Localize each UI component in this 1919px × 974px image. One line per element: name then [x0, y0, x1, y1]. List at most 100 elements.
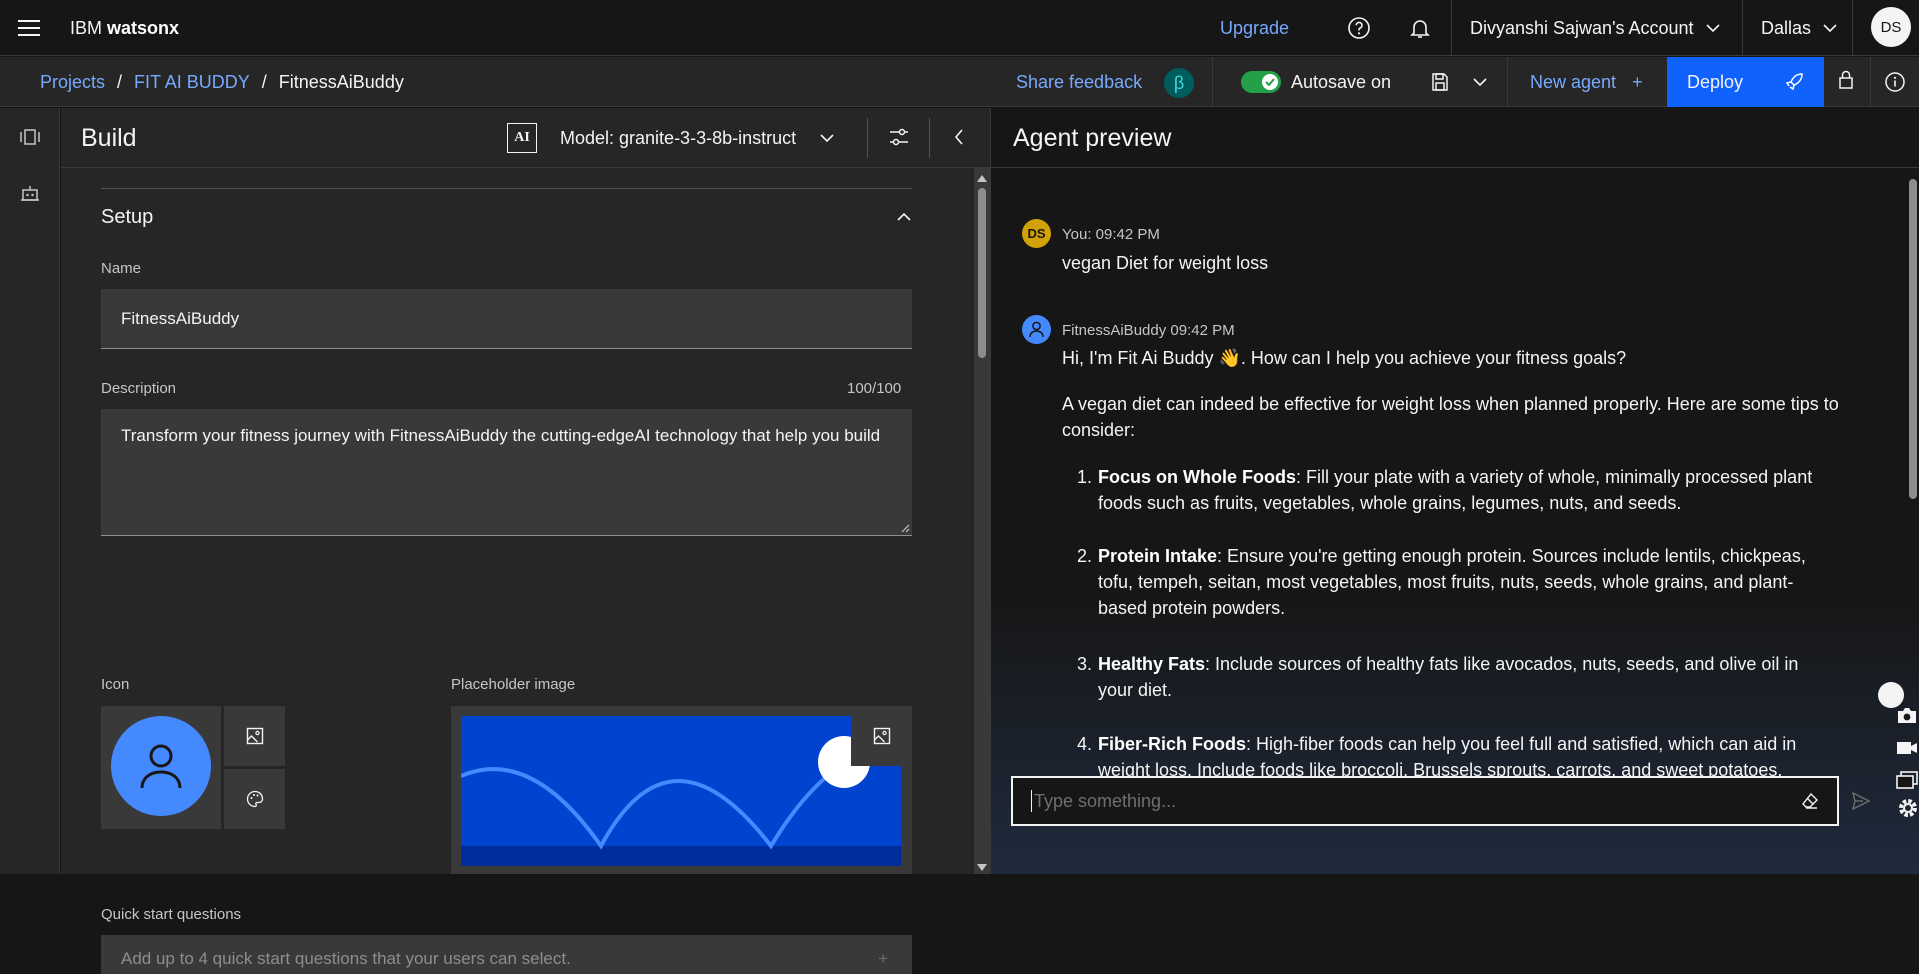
description-counter: 100/100 — [847, 380, 902, 397]
header-divider — [1742, 0, 1743, 56]
color-palette-button[interactable] — [224, 769, 285, 829]
text-cursor — [1031, 790, 1032, 812]
agent-avatar-icon — [1022, 315, 1051, 344]
rocket-icon — [1785, 73, 1803, 91]
user-icon — [111, 716, 211, 816]
user-message-meta: You: 09:42 PM — [1062, 226, 1160, 243]
description-label: Description — [101, 380, 177, 397]
save-options-chevron-icon[interactable] — [1473, 78, 1487, 87]
collapse-chevron-left-icon[interactable] — [954, 129, 964, 145]
new-agent-label: New agent — [1530, 71, 1617, 92]
tip-title: Healthy Fats — [1098, 654, 1206, 674]
breadcrumb-projects[interactable]: Projects — [40, 72, 105, 93]
build-header: Build AI Model: granite-3-3-8b-instruct — [61, 108, 990, 168]
agent-message-meta: FitnessAiBuddy 09:42 PM — [1062, 322, 1235, 339]
chat-transcript: DS You: 09:42 PM vegan Diet for weight l… — [991, 169, 1919, 874]
info-icon[interactable] — [1884, 71, 1906, 93]
quick-start-input[interactable]: Add up to 4 quick start questions that y… — [101, 935, 912, 974]
share-feedback-link[interactable]: Share feedback — [1016, 57, 1142, 107]
floating-tools — [1878, 668, 1919, 808]
upgrade-link[interactable]: Upgrade — [1220, 0, 1289, 56]
image-icon — [246, 727, 263, 745]
upload-image-button[interactable] — [224, 706, 285, 766]
notification-bell-icon[interactable] — [1408, 0, 1432, 56]
region-selector[interactable]: Dallas — [1761, 0, 1837, 56]
tip-title: Focus on Whole Foods — [1098, 467, 1296, 487]
build-title: Build — [81, 123, 137, 152]
build-panel: Build AI Model: granite-3-3-8b-instruct … — [61, 108, 990, 974]
preview-header: Agent preview — [991, 108, 1919, 168]
user-avatar[interactable]: DS — [1871, 7, 1911, 47]
header-divider — [1451, 0, 1452, 56]
breadcrumb-current: FitnessAiBuddy — [278, 71, 404, 92]
carousel-icon[interactable] — [19, 128, 41, 146]
toolbar-divider — [1870, 57, 1871, 107]
autosave-label: Autosave on — [1291, 71, 1392, 92]
tip-number: 2. — [1077, 546, 1093, 566]
image-icon — [873, 727, 890, 745]
eraser-icon[interactable] — [1801, 792, 1819, 810]
send-icon[interactable] — [1851, 791, 1871, 811]
top-header: IBM watsonx Upgrade Divyanshi Sajwan's A… — [0, 0, 1919, 56]
name-label: Name — [101, 260, 142, 277]
replace-image-button[interactable] — [851, 706, 912, 766]
scroll-up-arrow-icon[interactable] — [977, 175, 987, 182]
setup-section-title[interactable]: Setup — [101, 206, 153, 229]
copy-window-icon[interactable] — [1896, 771, 1918, 789]
header-divider — [1852, 0, 1853, 56]
chat-input[interactable]: Type something... — [1011, 776, 1839, 826]
list-item: 1. Focus on Whole Foods: Fill your plate… — [1077, 464, 1837, 516]
description-text: Transform your fitness journey with Fitn… — [121, 426, 881, 445]
user-message-text: vegan Diet for weight loss — [1062, 253, 1269, 273]
header-divider — [867, 118, 868, 158]
hamburger-menu-icon[interactable] — [18, 0, 40, 56]
placeholder-image-label: Placeholder image — [451, 676, 576, 693]
add-question-plus-icon[interactable]: + — [878, 949, 888, 969]
lock-icon[interactable] — [1838, 70, 1854, 90]
model-selector[interactable]: Model: granite-3-3-8b-instruct — [560, 108, 834, 168]
beta-badge: β — [1164, 68, 1194, 98]
save-icon[interactable] — [1430, 72, 1450, 92]
brand-logo[interactable]: IBM watsonx — [70, 0, 179, 56]
list-item: 3. Healthy Fats: Include sources of heal… — [1077, 651, 1837, 703]
tip-number: 1. — [1077, 467, 1093, 487]
camera-icon[interactable] — [1896, 706, 1918, 724]
quick-start-label: Quick start questions — [101, 906, 242, 923]
breadcrumb: Projects / FIT AI BUDDY / FitnessAiBuddy — [40, 57, 404, 107]
video-icon[interactable] — [1896, 740, 1918, 756]
chevron-down-icon — [820, 133, 834, 142]
preview-title: Agent preview — [1013, 123, 1172, 152]
chevron-down-icon — [1705, 23, 1720, 32]
gear-icon[interactable] — [1896, 796, 1919, 820]
palette-icon — [246, 790, 263, 808]
breadcrumb-separator: / — [261, 71, 267, 92]
tip-title: Fiber-Rich Foods — [1098, 734, 1246, 754]
name-input[interactable]: FitnessAiBuddy — [101, 289, 912, 349]
breadcrumb-project[interactable]: FIT AI BUDDY — [134, 72, 250, 93]
build-scrollbar[interactable] — [974, 168, 990, 874]
assistant-bubble-icon[interactable] — [1878, 682, 1904, 708]
deploy-button[interactable]: Deploy — [1667, 57, 1824, 107]
deploy-label: Deploy — [1687, 71, 1744, 92]
toolbar-divider — [1507, 57, 1508, 107]
help-icon[interactable] — [1347, 0, 1371, 56]
scroll-down-arrow-icon[interactable] — [977, 864, 987, 871]
region-name: Dallas — [1761, 17, 1812, 38]
resize-handle-icon[interactable] — [900, 523, 910, 533]
project-toolbar: Projects / FIT AI BUDDY / FitnessAiBuddy… — [0, 57, 1919, 107]
model-label: Model: granite-3-3-8b-instruct — [560, 127, 797, 148]
description-textarea[interactable]: Transform your fitness journey with Fitn… — [101, 409, 912, 536]
robot-agent-icon[interactable] — [20, 184, 40, 204]
chat-scrollbar-thumb[interactable] — [1909, 179, 1917, 499]
ai-badge: AI — [507, 123, 537, 153]
tip-title: Protein Intake — [1098, 546, 1218, 566]
settings-sliders-icon[interactable] — [889, 128, 909, 146]
scrollbar-thumb[interactable] — [978, 188, 986, 358]
autosave-toggle[interactable] — [1241, 71, 1281, 93]
account-switcher[interactable]: Divyanshi Sajwan's Account — [1470, 0, 1720, 56]
tip-number: 4. — [1077, 734, 1093, 754]
chevron-up-icon[interactable] — [897, 212, 911, 221]
new-agent-button[interactable]: New agent + — [1530, 57, 1643, 107]
quick-start-placeholder: Add up to 4 quick start questions that y… — [121, 949, 571, 968]
side-rail — [0, 108, 60, 874]
